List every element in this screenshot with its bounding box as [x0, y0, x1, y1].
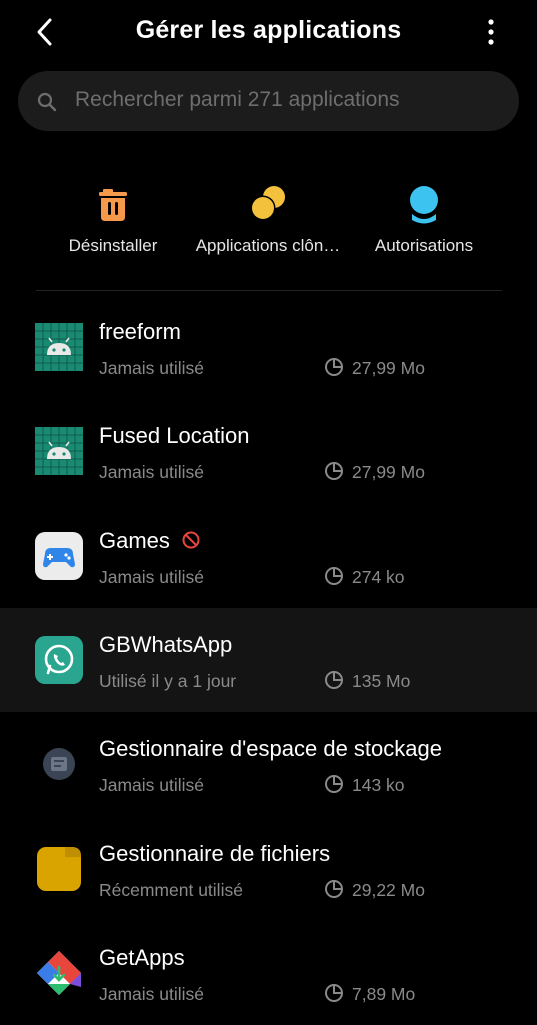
app-size: 29,22 Mo — [352, 880, 425, 900]
app-status: Jamais utilisé — [99, 358, 205, 378]
app-size: 27,99 Mo — [352, 462, 425, 482]
app-row-freeform[interactable]: freeform Jamais utilisé 27,99 Mo — [0, 295, 537, 399]
cloned-apps-label: Applications clôn… — [195, 236, 341, 255]
clone-coins-icon — [250, 186, 285, 221]
permission-badge-icon — [410, 186, 438, 224]
pie-chart-icon — [325, 775, 343, 793]
trash-icon — [99, 189, 127, 221]
app-bar: Gérer les applications — [0, 0, 537, 64]
app-name: Fused Location — [99, 423, 250, 448]
uninstall-label: Désinstaller — [68, 236, 158, 255]
app-size: 143 ko — [352, 775, 405, 795]
android-grid-icon — [35, 427, 83, 475]
app-row-getapps[interactable]: GetApps Jamais utilisé 7,89 Mo — [0, 921, 537, 1025]
pie-chart-icon — [325, 880, 343, 898]
whatsapp-icon — [35, 636, 83, 684]
app-status: Jamais utilisé — [99, 775, 205, 795]
app-status: Jamais utilisé — [99, 567, 205, 587]
uninstall-action[interactable]: Désinstaller — [28, 180, 198, 256]
search-input[interactable]: Rechercher parmi 271 applications — [75, 88, 400, 112]
folder-icon — [37, 847, 81, 891]
cloned-apps-action[interactable]: Applications clôn… — [183, 180, 353, 256]
app-row-fused-location[interactable]: Fused Location Jamais utilisé 27,99 Mo — [0, 399, 537, 503]
getapps-icon — [37, 951, 81, 995]
app-name: Games — [99, 528, 170, 553]
app-name: GetApps — [99, 945, 185, 970]
pie-chart-icon — [325, 567, 343, 585]
permissions-action[interactable]: Autorisations — [339, 180, 509, 256]
ban-icon — [182, 531, 200, 549]
app-size: 135 Mo — [352, 671, 411, 691]
app-name: freeform — [99, 319, 181, 344]
page-title: Gérer les applications — [135, 16, 402, 44]
app-size: 7,89 Mo — [352, 984, 416, 1004]
app-name: Gestionnaire de fichiers — [99, 841, 331, 866]
app-row-gbwhatsapp[interactable]: GBWhatsApp Utilisé il y a 1 jour 135 Mo — [0, 608, 537, 712]
pie-chart-icon — [325, 462, 343, 480]
section-divider — [36, 290, 502, 291]
pie-chart-icon — [325, 671, 343, 689]
app-status: Récemment utilisé — [99, 880, 243, 900]
app-name: GBWhatsApp — [99, 632, 233, 657]
pie-chart-icon — [325, 984, 343, 1002]
app-name: Gestionnaire d'espace de stockage — [99, 736, 442, 761]
gamepad-icon — [35, 532, 83, 580]
app-status: Jamais utilisé — [99, 462, 205, 482]
android-grid-icon — [35, 323, 83, 371]
app-status: Utilisé il y a 1 jour — [99, 671, 237, 691]
search-icon — [37, 92, 57, 112]
storage-manager-icon — [43, 748, 75, 780]
app-size: 27,99 Mo — [352, 358, 425, 378]
app-status: Jamais utilisé — [99, 984, 205, 1004]
more-options-icon[interactable] — [476, 14, 506, 50]
app-size: 274 ko — [352, 567, 405, 587]
pie-chart-icon — [325, 358, 343, 376]
app-row-file-manager[interactable]: Gestionnaire de fichiers Récemment utili… — [0, 817, 537, 921]
permissions-label: Autorisations — [374, 236, 474, 255]
app-row-storage-manager[interactable]: Gestionnaire d'espace de stockage Jamais… — [0, 712, 537, 816]
app-row-games[interactable]: Games Jamais utilisé 274 ko — [0, 504, 537, 608]
